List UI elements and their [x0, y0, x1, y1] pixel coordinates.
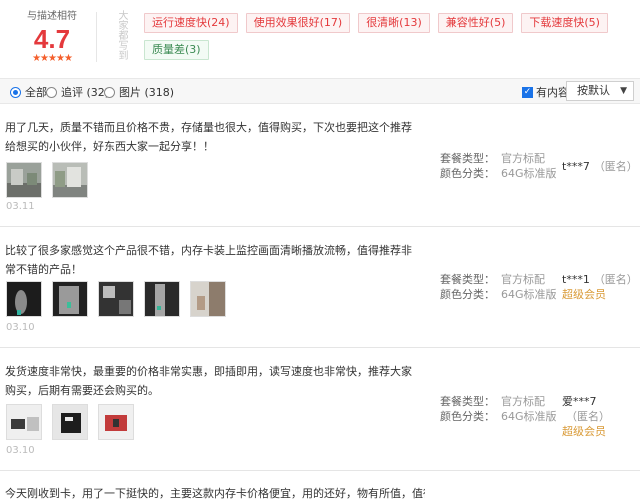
reviewer-name: t***7 — [562, 160, 590, 173]
filter-pictures-label: 图片 (318) — [119, 86, 175, 99]
tag-good-effect[interactable]: 使用效果很好(17) — [245, 13, 351, 33]
review-photo-thumb[interactable] — [98, 281, 134, 317]
review-date: 03.10 — [6, 445, 35, 456]
review-text: 发货速度非常快，最重要的价格非常实惠，即插即用，读写速度也非常快，推荐大家购买，… — [5, 365, 412, 397]
package-value: 官方标配 — [501, 273, 545, 286]
package-value: 官方标配 — [501, 152, 545, 165]
review-item: 用了几天，质量不错而且价格不贵，存储量也很大，值得购买，下次也要把这个推荐给想买… — [0, 105, 640, 227]
review-item: 比较了很多家感觉这个产品很不错，内存卡装上监控画面清晰播放流畅，值得推荐非常不错… — [0, 228, 640, 348]
review-item: 今天刚收到卡，用了一下挺快的，主要这款内存卡价格便宜，用的还好，物有所值，值得拥 — [0, 472, 640, 501]
review-spec: 套餐类型： 官方标配 颜色分类： 64G标准版 — [440, 394, 557, 424]
review-photo-thumb[interactable] — [190, 281, 226, 317]
tag-download-fast[interactable]: 下载速度快(5) — [521, 13, 608, 33]
filter-all[interactable]: 全部 — [10, 84, 47, 100]
review-spec: 套餐类型： 官方标配 颜色分类： 64G标准版 — [440, 151, 557, 181]
filter-pictures[interactable]: 图片 (318) — [104, 84, 174, 100]
color-value: 64G标准版 — [501, 288, 557, 301]
chevron-down-icon: ▼ — [620, 86, 627, 96]
review-photo-thumb[interactable] — [52, 404, 88, 440]
filter-has-content[interactable]: ✓ 有内容 — [522, 84, 569, 100]
color-value: 64G标准版 — [501, 167, 557, 180]
review-text: 用了几天，质量不错而且价格不贵，存储量也很大，值得购买，下次也要把这个推荐给想买… — [5, 121, 412, 153]
member-level: 超级会员 — [562, 425, 606, 438]
review-spec: 套餐类型： 官方标配 颜色分类： 64G标准版 — [440, 272, 557, 302]
radio-icon[interactable] — [46, 86, 57, 98]
divider — [96, 12, 97, 62]
review-date: 03.11 — [6, 201, 35, 212]
package-label: 套餐类型： — [440, 152, 495, 165]
reviewer-name: 爱***7 — [562, 395, 597, 408]
color-label: 颜色分类： — [440, 410, 495, 423]
filter-bar: 全部 追评 (32) 图片 (318) ✓ 有内容 按默认 ▼ — [0, 78, 640, 104]
reviewer-name: t***1 — [562, 273, 590, 286]
star-rating-icon: ★★★★★ — [32, 53, 73, 64]
color-label: 颜色分类： — [440, 288, 495, 301]
review-photo-thumb[interactable] — [52, 162, 88, 198]
tag-fast-speed[interactable]: 运行速度快(24) — [144, 13, 238, 33]
review-item: 发货速度非常快，最重要的价格非常实惠，即插即用，读写速度也非常快，推荐大家购买，… — [0, 349, 640, 471]
color-value: 64G标准版 — [501, 410, 557, 423]
anonymous-tag: （匿名） — [593, 273, 638, 286]
color-label: 颜色分类： — [440, 167, 495, 180]
review-photo-thumb[interactable] — [98, 404, 134, 440]
filter-all-label: 全部 — [25, 86, 47, 99]
reviewer: t***7 （匿名） — [562, 159, 638, 174]
anonymous-tag: （匿名） — [566, 410, 610, 423]
filter-followup[interactable]: 追评 (32) — [46, 84, 109, 100]
score-value: 4.7 — [33, 24, 71, 54]
review-photos — [6, 404, 144, 440]
has-content-label: 有内容 — [536, 86, 569, 99]
tag-compatible[interactable]: 兼容性好(5) — [437, 13, 514, 33]
tags-heading: 大家都写到 — [116, 10, 127, 60]
review-text: 今天刚收到卡，用了一下挺快的，主要这款内存卡价格便宜，用的还好，物有所值，值得拥 — [5, 487, 425, 500]
review-photo-thumb[interactable] — [6, 162, 42, 198]
radio-selected-icon[interactable] — [10, 86, 21, 98]
review-photo-thumb[interactable] — [6, 281, 42, 317]
radio-icon[interactable] — [104, 86, 115, 98]
review-photos — [6, 162, 98, 198]
review-photo-thumb[interactable] — [144, 281, 180, 317]
reviewer: t***1 （匿名） 超级会员 — [562, 272, 638, 302]
score-title: 与描述相符 — [27, 11, 77, 22]
anonymous-tag: （匿名） — [593, 160, 638, 173]
package-label: 套餐类型： — [440, 395, 495, 408]
impression-tags: 运行速度快(24) 使用效果很好(17) 很清晰(13) 兼容性好(5) 下载速度快(5… — [144, 13, 634, 67]
package-label: 套餐类型： — [440, 273, 495, 286]
tag-clear[interactable]: 很清晰(13) — [358, 13, 430, 33]
sort-select-value: 按默认 — [577, 84, 610, 97]
review-date: 03.10 — [6, 322, 35, 333]
package-value: 官方标配 — [501, 395, 545, 408]
checkbox-checked-icon[interactable]: ✓ — [522, 86, 533, 98]
sort-select[interactable]: 按默认 ▼ — [566, 81, 634, 101]
member-level: 超级会员 — [562, 288, 606, 301]
tag-poor-quality[interactable]: 质量差(3) — [144, 40, 209, 60]
review-text: 比较了很多家感觉这个产品很不错，内存卡装上监控画面清晰播放流畅，值得推荐非常不错… — [5, 244, 412, 276]
review-photo-thumb[interactable] — [6, 404, 42, 440]
filter-followup-label: 追评 (32) — [61, 86, 110, 99]
reviewer: 爱***7 （匿名） 超级会员 — [562, 394, 640, 439]
score-block: 与描述相符 4.7 ★★★★★ — [12, 10, 92, 64]
review-photos — [6, 281, 236, 317]
review-photo-thumb[interactable] — [52, 281, 88, 317]
rating-summary: 与描述相符 4.7 ★★★★★ 大家都写到 运行速度快(24) 使用效果很好(17… — [0, 0, 640, 72]
